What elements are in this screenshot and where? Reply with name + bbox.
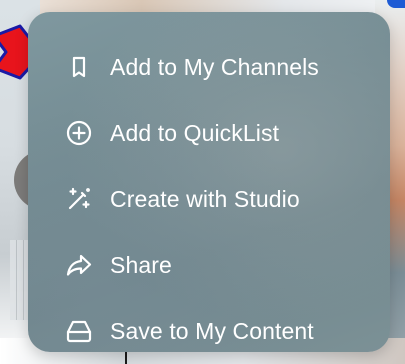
menu-item-label: Share [110, 251, 172, 278]
drive-icon [64, 316, 94, 346]
menu-item-label: Create with Studio [110, 185, 300, 212]
menu-item-add-to-quicklist[interactable]: Add to QuickList [28, 100, 390, 166]
share-arrow-icon [64, 250, 94, 280]
menu-item-create-with-studio[interactable]: Create with Studio [28, 166, 390, 232]
menu-item-label: Add to QuickList [110, 119, 280, 146]
menu-item-label: Save to My Content [110, 317, 314, 344]
menu-item-add-to-my-channels[interactable]: Add to My Channels [28, 34, 390, 100]
bookmark-icon [64, 52, 94, 82]
context-menu: Add to My Channels Add to QuickList Crea… [28, 12, 390, 352]
menu-item-save-to-my-content[interactable]: Save to My Content [28, 298, 390, 352]
context-menu-list: Add to My Channels Add to QuickList Crea… [28, 12, 390, 352]
menu-item-share[interactable]: Share [28, 232, 390, 298]
plus-circle-icon [64, 118, 94, 148]
magic-wand-icon [64, 184, 94, 214]
menu-item-label: Add to My Channels [110, 53, 319, 80]
